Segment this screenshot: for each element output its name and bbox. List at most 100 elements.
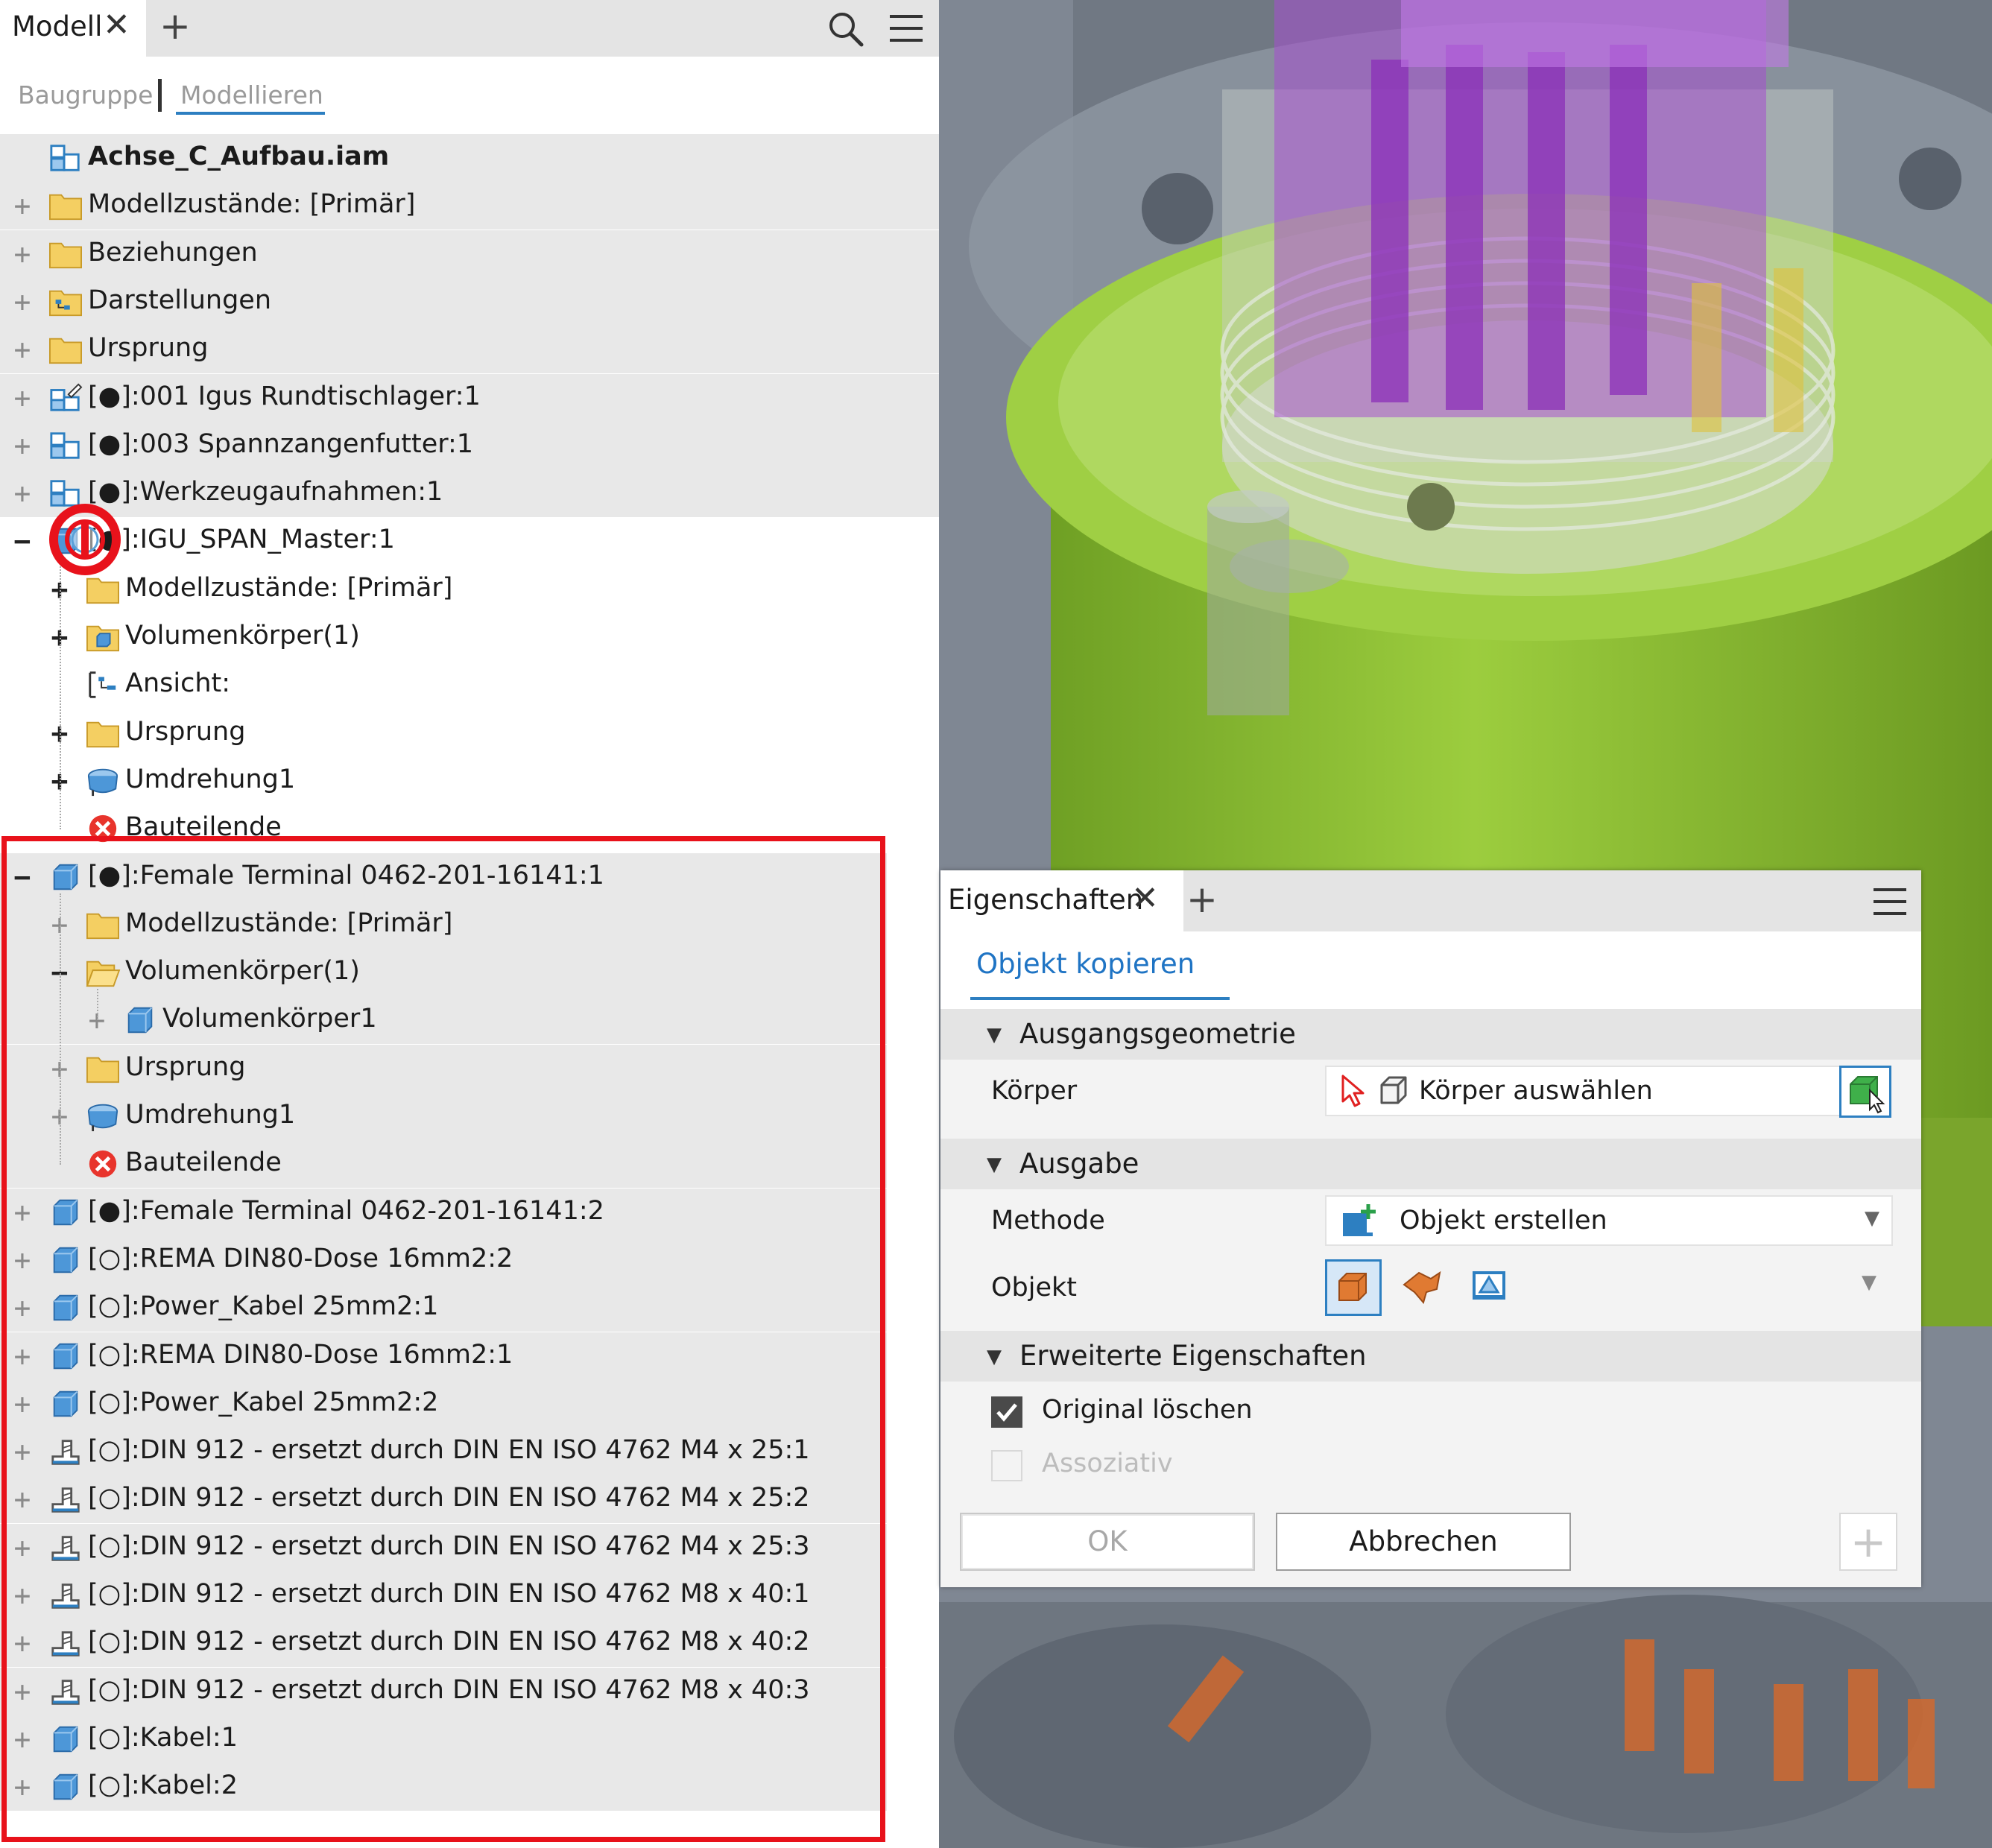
assembly-icon (50, 145, 80, 171)
expand-icon[interactable]: + (10, 1437, 34, 1466)
collapse-arrow-icon: ▼ (987, 1024, 1002, 1046)
tree-node[interactable]: − [●]:IGU_SPAN_Master:1 (0, 517, 939, 565)
object-component-button[interactable] (1464, 1259, 1520, 1316)
tree-node[interactable]: Bauteilende (0, 805, 939, 852)
associative-checkbox[interactable] (991, 1450, 1022, 1481)
expand-icon[interactable]: + (10, 1581, 34, 1610)
tree-node[interactable]: + Volumenkörper(1) (0, 613, 939, 661)
section-output[interactable]: ▼ Ausgabe (940, 1139, 1921, 1189)
view-icon (89, 671, 116, 698)
tree-node[interactable]: − [●]:Female Terminal 0462-201-16141:1 (0, 853, 887, 901)
add-tab-icon[interactable]: + (1186, 878, 1218, 921)
tree-node[interactable]: + Modellzustände: [Primär] (0, 182, 939, 230)
tree-node-label: Volumenkörper(1) (125, 621, 360, 651)
expand-icon[interactable]: + (10, 1198, 34, 1227)
cancel-button[interactable]: Abbrechen (1276, 1513, 1571, 1571)
section-source-geometry[interactable]: ▼ Ausgangsgeometrie (940, 1009, 1921, 1060)
expand-icon[interactable]: + (10, 1485, 34, 1513)
tree-node[interactable]: Bauteilende (0, 1140, 887, 1188)
expand-icon[interactable]: + (10, 335, 34, 364)
tree-node[interactable]: + [○]:Power_Kabel 25mm2:2 (0, 1380, 887, 1428)
expand-icon[interactable]: + (10, 1725, 34, 1753)
tree-node[interactable]: + [○]:Kabel:1 (0, 1715, 887, 1763)
object-surface-button[interactable] (1397, 1259, 1453, 1316)
tab-modell[interactable]: Modell ✕ (0, 0, 146, 57)
tree-node[interactable]: + Beziehungen (0, 230, 939, 278)
delete-original-checkbox[interactable] (991, 1396, 1022, 1428)
hamburger-icon[interactable] (888, 12, 924, 45)
section-advanced[interactable]: ▼ Erweiterte Eigenschaften (940, 1331, 1921, 1382)
body-select-field[interactable]: Körper auswählen (1325, 1066, 1841, 1116)
ok-button[interactable]: OK (960, 1513, 1255, 1571)
expand-icon[interactable]: + (10, 479, 34, 507)
add-tab-icon[interactable]: + (159, 4, 191, 48)
expand-icon[interactable]: + (10, 1246, 34, 1274)
tree-node[interactable]: + [○]:Kabel:2 (0, 1763, 887, 1811)
hamburger-icon[interactable] (1872, 885, 1908, 918)
expand-icon[interactable]: + (10, 431, 34, 460)
tree-node[interactable]: + [○]:DIN 912 - ersetzt durch DIN EN ISO … (0, 1524, 887, 1572)
expand-icon[interactable]: + (10, 240, 34, 268)
mode-modeling-tab[interactable]: Modellieren (180, 80, 323, 110)
tree-node-label: [○]:Power_Kabel 25mm2:2 (88, 1387, 439, 1417)
collapse-icon[interactable]: − (10, 863, 34, 891)
tree-node[interactable]: + [●]:Female Terminal 0462-201-16141:2 (0, 1189, 887, 1236)
tree-node[interactable]: + [○]:DIN 912 - ersetzt durch DIN EN ISO … (0, 1619, 887, 1667)
part-icon (53, 1247, 78, 1273)
close-icon[interactable]: ✕ (103, 6, 130, 44)
expand-icon[interactable]: + (10, 288, 34, 316)
object-label: Objekt (991, 1273, 1078, 1303)
expand-icon[interactable]: + (10, 192, 34, 220)
tree-node[interactable]: + [○]:DIN 912 - ersetzt durch DIN EN ISO … (0, 1668, 887, 1715)
expand-icon[interactable]: + (10, 1534, 34, 1562)
tab-eigenschaften[interactable]: Eigenschaften ✕ (940, 870, 1183, 931)
tree-node[interactable]: + Ursprung (0, 326, 939, 373)
method-dropdown[interactable]: Objekt erstellen ▼ (1325, 1195, 1893, 1246)
tree-node[interactable]: + Modellzustände: [Primär] (0, 901, 887, 949)
apply-plus-button[interactable]: + (1839, 1513, 1897, 1571)
tree-node[interactable]: Achse_C_Aufbau.iam (0, 134, 939, 182)
expand-icon[interactable]: + (10, 1677, 34, 1706)
expand-icon[interactable]: + (10, 1294, 34, 1322)
tree-node[interactable]: − Volumenkörper(1) (0, 949, 887, 996)
browser-mode-bar: Baugruppe Modellieren (0, 57, 939, 134)
tree-node-label: [○]:DIN 912 - ersetzt durch DIN EN ISO 4… (88, 1483, 810, 1513)
tree-node[interactable]: + [●]:Werkzeugaufnahmen:1 (0, 469, 939, 517)
tree-node[interactable]: + [○]:DIN 912 - ersetzt durch DIN EN ISO … (0, 1572, 887, 1619)
tree-node[interactable]: Ansicht: (0, 661, 939, 709)
expand-icon[interactable]: + (10, 1390, 34, 1418)
tree-guide-line (60, 893, 61, 1165)
magnifier-icon[interactable] (827, 10, 864, 48)
tree-node[interactable]: + [○]:REMA DIN80-Dose 16mm2:2 (0, 1236, 887, 1284)
body-icon (1380, 1076, 1407, 1104)
expand-icon[interactable]: + (10, 1629, 34, 1657)
tree-node[interactable]: + [●]:001 Igus Rundtischlager:1 (0, 374, 939, 422)
tree-node[interactable]: + Volumenkörper1 (0, 996, 887, 1044)
body-label: Körper (991, 1076, 1078, 1106)
tree-node[interactable]: + [○]:REMA DIN80-Dose 16mm2:1 (0, 1332, 887, 1380)
body-filter-button[interactable] (1839, 1066, 1891, 1118)
tree-node[interactable]: + Umdrehung1 (0, 757, 939, 805)
tree-node[interactable]: + Umdrehung1 (0, 1092, 887, 1140)
part-icon (53, 1294, 78, 1321)
tree-node[interactable]: + [●]:003 Spannzangenfutter:1 (0, 422, 939, 469)
expand-icon[interactable]: + (10, 384, 34, 412)
expand-icon[interactable]: + (10, 1342, 34, 1370)
expand-icon[interactable]: + (10, 1773, 34, 1801)
tree-node[interactable]: + [○]:DIN 912 - ersetzt durch DIN EN ISO … (0, 1475, 887, 1523)
tree-node-label: [○]:Power_Kabel 25mm2:1 (88, 1291, 439, 1321)
tree-node[interactable]: + Ursprung (0, 709, 939, 757)
tree-node-label: Bauteilende (125, 1148, 282, 1177)
tree-guide-line (60, 558, 61, 829)
object-solid-body-button[interactable] (1325, 1259, 1382, 1316)
tree-node[interactable]: + [○]:DIN 912 - ersetzt durch DIN EN ISO … (0, 1428, 887, 1475)
collapse-icon[interactable]: − (10, 527, 34, 555)
mode-assembly-tab[interactable]: Baugruppe (18, 80, 153, 110)
tree-node-label: [○]:Kabel:2 (88, 1771, 238, 1800)
tree-node[interactable]: + [○]:Power_Kabel 25mm2:1 (0, 1284, 887, 1332)
close-icon[interactable]: ✕ (1131, 879, 1159, 917)
tree-node[interactable]: + Darstellungen (0, 278, 939, 326)
tree-node[interactable]: + Modellzustände: [Primär] (0, 566, 939, 613)
tree-node[interactable]: + Ursprung (0, 1045, 887, 1092)
dropdown-arrow-icon[interactable]: ▼ (1862, 1271, 1876, 1294)
